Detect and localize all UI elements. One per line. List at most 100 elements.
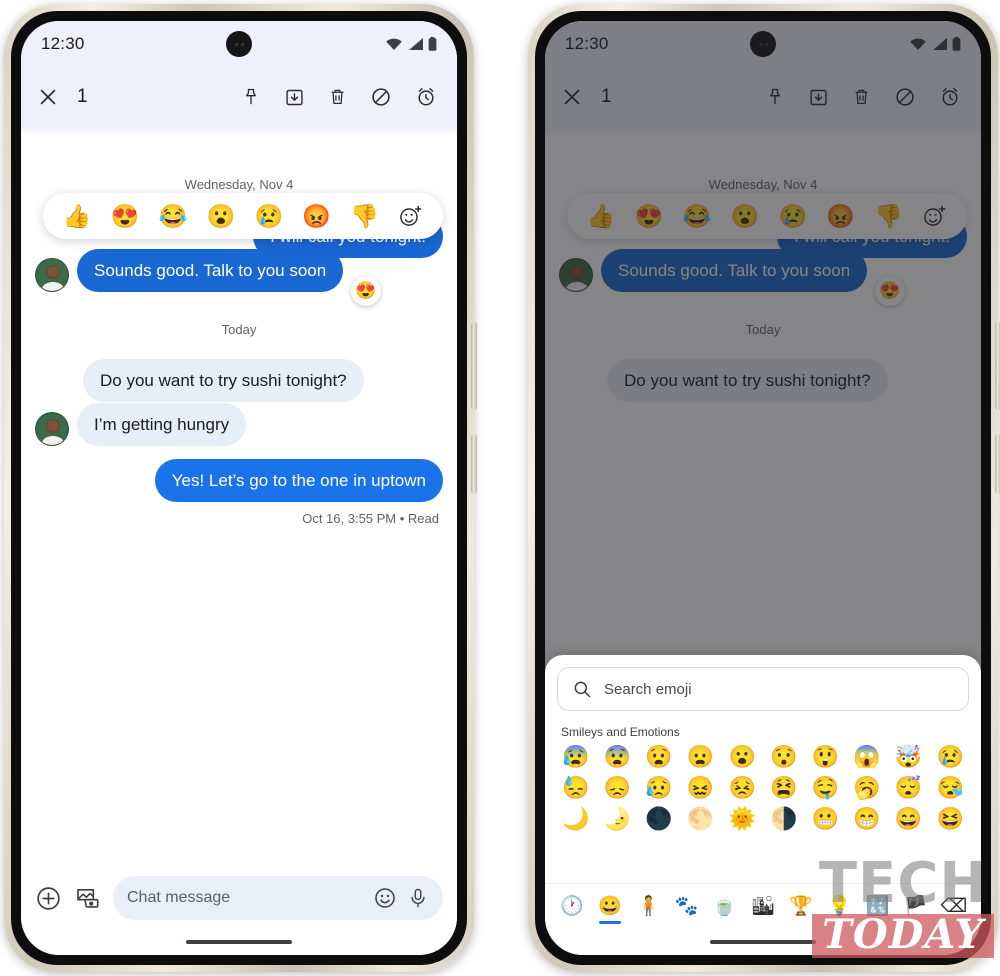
chat-input[interactable]: Chat message	[113, 876, 443, 920]
category-food[interactable]: 🍵	[712, 890, 738, 924]
emoji-cell[interactable]: 🌕	[680, 805, 722, 833]
phone-right: 12:30 1	[528, 4, 1000, 972]
emoji-cell[interactable]: 😥	[638, 774, 680, 802]
message-bubble-2[interactable]: I’m getting hungry	[77, 403, 247, 447]
category-travel[interactable]: 🏙	[750, 890, 776, 924]
category-smileys[interactable]: 😀	[597, 890, 623, 924]
gesture-nav-bar[interactable]	[21, 929, 457, 955]
gesture-nav-bar[interactable]	[545, 929, 981, 955]
lightbulb-icon: 💡	[827, 896, 852, 917]
symbols-icon: 🔣	[865, 896, 890, 917]
reaction-joy[interactable]: 😂	[159, 204, 188, 228]
message-bubble-0[interactable]: Sounds good. Talk to you soon	[77, 249, 344, 293]
message-row-0[interactable]: Sounds good. Talk to you soon 😍	[21, 249, 457, 307]
category-objects[interactable]: 💡	[826, 890, 852, 924]
flag-icon: 🏴	[903, 896, 928, 917]
add-reaction-icon[interactable]	[398, 204, 423, 229]
emoji-cell[interactable]: 😆	[929, 805, 971, 833]
emoji-picker-sheet: Search emoji Smileys and Emotions 😰 😨 😧 …	[545, 655, 981, 955]
emoji-cell[interactable]: 😲	[805, 743, 847, 771]
category-nature[interactable]: 🐾	[674, 890, 700, 924]
message-row-3[interactable]: Yes! Let’s go to the one in uptown	[21, 459, 457, 503]
avatar	[35, 412, 69, 447]
reaction-thumbsup[interactable]: 👍	[63, 204, 92, 228]
conversation-left[interactable]: Wednesday, Nov 4 I will call you tonight…	[21, 137, 457, 867]
header-fade	[21, 127, 457, 137]
selected-count: 1	[77, 86, 88, 107]
message-bubble-1[interactable]: Do you want to try sushi tonight?	[83, 359, 364, 403]
reaction-angry[interactable]: 😡	[302, 204, 331, 228]
emoji-search-field[interactable]: Search emoji	[557, 667, 969, 711]
message-row-2[interactable]: I’m getting hungry	[21, 403, 457, 447]
message-row-1[interactable]: Do you want to try sushi tonight?	[21, 359, 457, 403]
emoji-cell[interactable]: 🌞	[721, 805, 763, 833]
paw-icon: 🐾	[674, 896, 699, 917]
reaction-cry[interactable]: 😢	[254, 204, 283, 228]
status-icons	[385, 37, 437, 51]
emoji-cell[interactable]: 🌑	[638, 805, 680, 833]
emoji-cell[interactable]: 😓	[555, 774, 597, 802]
snooze-alarm-icon[interactable]	[415, 86, 437, 108]
emoji-cell[interactable]: 😣	[721, 774, 763, 802]
message-bubble-3[interactable]: Yes! Let’s go to the one in uptown	[154, 459, 443, 503]
emoji-cell[interactable]: 😞	[597, 774, 639, 802]
composer-bar: Chat message	[21, 867, 457, 929]
reaction-surprised[interactable]: 😮	[207, 204, 236, 228]
reaction-thumbsdown[interactable]: 👎	[350, 204, 379, 228]
delete-icon[interactable]	[328, 86, 347, 108]
emoji-grid[interactable]: 😰 😨 😧 😦 😮 😯 😲 😱 🤯 😢 😓 😞 😥 😖 😣 😫 🤤 🥱 😴 😪 …	[545, 743, 981, 883]
cup-icon: 🍵	[712, 896, 737, 917]
trophy-icon: 🏆	[789, 896, 813, 917]
emoji-cell[interactable]: 😖	[680, 774, 722, 802]
emoji-cell[interactable]: 😧	[638, 743, 680, 771]
emoji-cell[interactable]: 😫	[763, 774, 805, 802]
block-icon[interactable]	[370, 86, 392, 108]
volume-button[interactable]	[995, 322, 1000, 410]
emoji-search-placeholder: Search emoji	[604, 680, 692, 698]
emoji-cell[interactable]: 🌗	[763, 805, 805, 833]
add-attachment-icon[interactable]	[35, 885, 62, 912]
power-button[interactable]	[995, 434, 1000, 494]
front-camera-punch-hole	[226, 31, 252, 57]
volume-button[interactable]	[471, 322, 477, 410]
emoji-cell[interactable]: 😄	[888, 805, 930, 833]
close-icon[interactable]	[37, 86, 59, 108]
message-reaction-badge[interactable]: 😍	[351, 276, 381, 307]
archive-icon[interactable]	[284, 87, 305, 108]
emoji-cell[interactable]: 🤤	[805, 774, 847, 802]
category-recent[interactable]: 🕐	[559, 890, 585, 924]
emoji-cell[interactable]: 😯	[763, 743, 805, 771]
emoji-cell[interactable]: 😨	[597, 743, 639, 771]
emoji-cell[interactable]: 🌛	[597, 805, 639, 833]
category-flags[interactable]: 🏴	[903, 890, 929, 924]
pin-icon[interactable]	[241, 86, 261, 108]
emoji-cell[interactable]: 😢	[929, 743, 971, 771]
emoji-icon[interactable]	[373, 886, 397, 910]
building-car-icon: 🏙	[750, 896, 775, 917]
category-activities[interactable]: 🏆	[788, 890, 814, 924]
emoji-cell[interactable]: 😦	[680, 743, 722, 771]
emoji-cell[interactable]: 🌙	[555, 805, 597, 833]
emoji-section-title: Smileys and Emotions	[561, 725, 680, 739]
emoji-cell[interactable]: 😱	[846, 743, 888, 771]
emoji-cell[interactable]: 😰	[555, 743, 597, 771]
category-people[interactable]: 🧍	[635, 890, 661, 924]
emoji-cell[interactable]: 😬	[805, 805, 847, 833]
phone-left: 12:30 1 Wednesday, Nov 4 👍 😍 😂 😮 😢 😡 👎 S…	[4, 4, 477, 972]
category-symbols[interactable]: 🔣	[865, 890, 891, 924]
person-icon: 🧍	[636, 896, 661, 917]
emoji-cell[interactable]: 🤯	[888, 743, 930, 771]
emoji-cell[interactable]: 😮	[721, 743, 763, 771]
emoji-cell[interactable]: 😴	[888, 774, 930, 802]
emoji-cell[interactable]: 🥱	[846, 774, 888, 802]
microphone-icon[interactable]	[407, 886, 429, 910]
reaction-picker-bar[interactable]: 👍 😍 😂 😮 😢 😡 👎	[43, 193, 443, 239]
emoji-cell[interactable]: 😪	[929, 774, 971, 802]
avatar	[35, 258, 69, 293]
battery-icon	[428, 37, 437, 51]
reaction-heart-eyes[interactable]: 😍	[111, 204, 140, 228]
power-button[interactable]	[471, 434, 477, 494]
gallery-camera-icon[interactable]	[74, 885, 101, 911]
emoji-cell[interactable]: 😁	[846, 805, 888, 833]
category-backspace[interactable]: ⌫	[940, 890, 967, 924]
